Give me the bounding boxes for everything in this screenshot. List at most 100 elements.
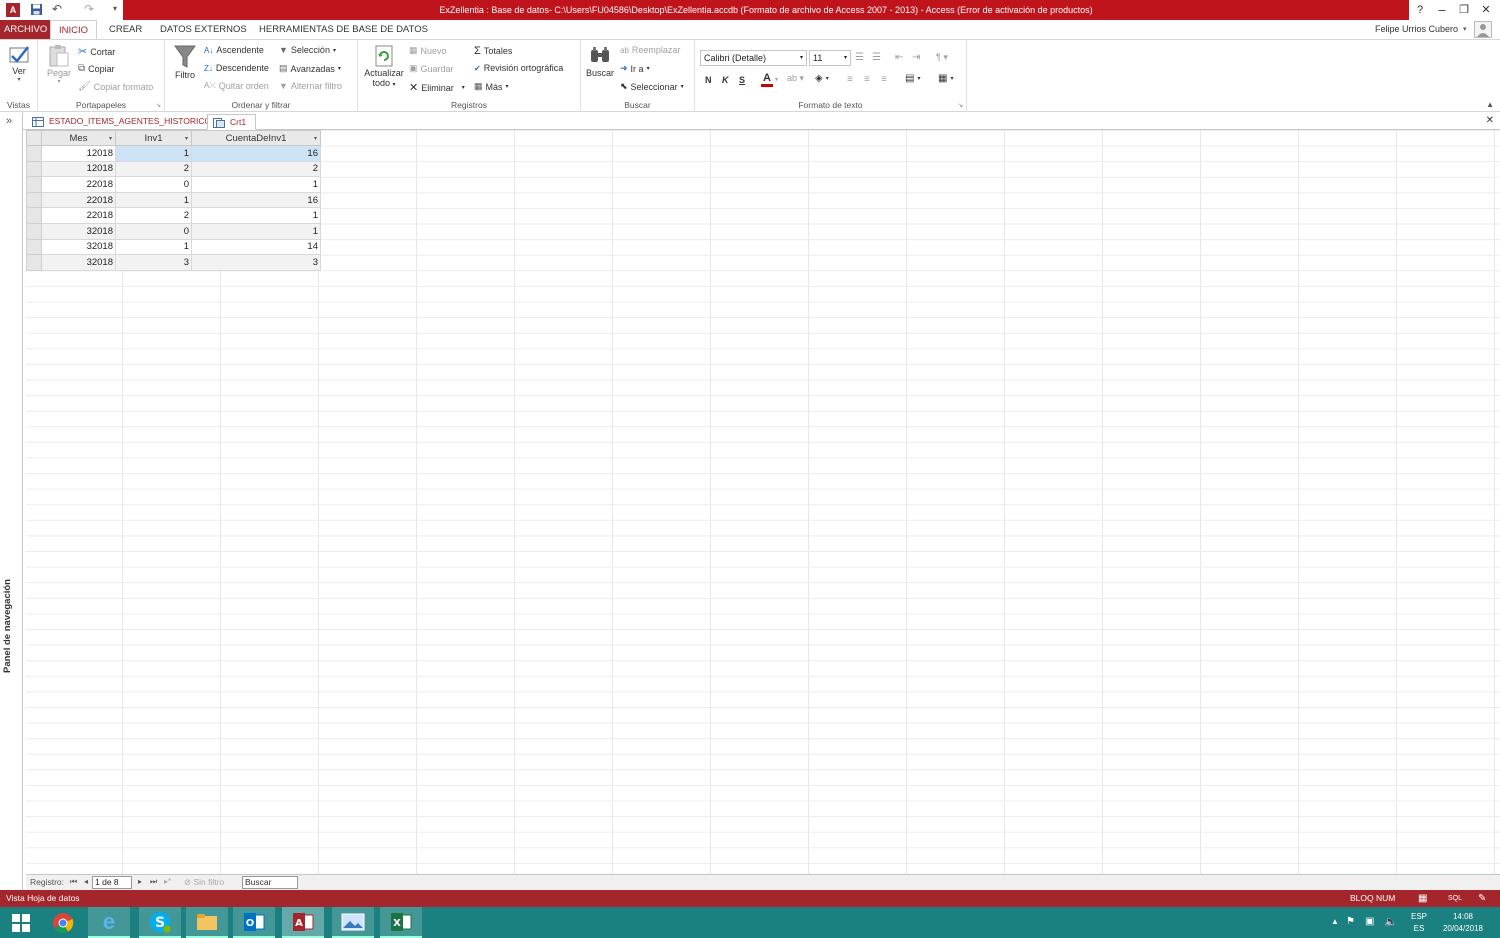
cell-inv1[interactable]: 2 [115,207,192,224]
row-selector[interactable] [26,191,42,209]
record-position-input[interactable]: 1 de 8 [92,876,132,889]
cell-cuentadeinv1[interactable]: 1 [191,176,321,193]
language-indicator[interactable]: ESP ES [1411,911,1427,935]
numbering-icon[interactable]: ☰ [872,52,881,63]
seleccion-button[interactable]: ▼ Selección ▾ [279,45,336,55]
tab-crt1[interactable]: Crt1 [207,114,256,130]
column-header-inv1[interactable]: Inv1 ▾ [115,130,192,146]
revision-ortografica-button[interactable]: ✔ Revisión ortográfica [474,63,563,73]
restore-icon[interactable]: ❐ [1453,0,1475,20]
ir-a-button[interactable]: ➜ Ir a ▾ [620,63,650,74]
action-center-flag-icon[interactable]: ⚑ [1346,916,1355,927]
avatar[interactable] [1474,21,1492,38]
minimize-icon[interactable]: ‒ [1431,0,1453,20]
reemplazar-button[interactable]: ab Reemplazar [620,45,680,55]
format-dialog-launcher-icon[interactable]: ↘ [958,102,963,109]
network-icon[interactable]: ▣ [1365,916,1374,927]
font-select[interactable]: Calibri (Detalle) ▾ [700,50,807,66]
undo-icon[interactable]: ↶ [52,2,62,16]
row-selector[interactable] [26,222,42,240]
ascendente-button[interactable]: A↓ Ascendente [204,45,264,55]
row-selector[interactable] [26,160,42,178]
tab-crear[interactable]: CREAR [101,20,150,39]
cell-mes[interactable]: 32018 [41,254,116,271]
row-selector[interactable] [26,207,42,224]
cell-mes[interactable]: 32018 [41,238,116,256]
cell-mes[interactable]: 22018 [41,191,116,209]
cell-inv1[interactable]: 1 [115,238,192,256]
seleccionar-button[interactable]: ⬉ Seleccionar ▾ [620,81,684,92]
table-row[interactable]: 12018 2 2 [26,160,321,178]
first-record-icon[interactable]: ⏮ [70,877,77,887]
row-selector[interactable] [26,176,42,193]
cell-mes[interactable]: 12018 [41,145,116,162]
align-center-icon[interactable]: ≡ [864,74,870,85]
search-input[interactable]: Buscar [242,876,298,889]
redo-icon[interactable]: ↷ [84,2,94,16]
align-right-icon[interactable]: ≡ [881,74,887,85]
tab-estado-items-agentes-historico[interactable]: ESTADO_ITEMS_AGENTES_HISTORICO [27,114,215,130]
table-row[interactable]: 22018 0 1 [26,176,321,193]
nuevo-button[interactable]: ▦ Nuevo [409,45,447,56]
file-explorer-taskbar-button[interactable] [186,907,228,938]
cell-cuentadeinv1[interactable]: 3 [191,254,321,271]
collapse-ribbon-icon[interactable]: ▲ [1486,100,1494,109]
descendente-button[interactable]: Z↓ Descendente [204,63,269,73]
help-button[interactable]: ? [1409,0,1431,20]
actualizar-todo-button[interactable]: Actualizar todo ▾ [361,44,407,88]
column-header-mes[interactable]: Mes ▾ [41,130,116,146]
select-all-corner[interactable] [26,130,42,146]
table-row[interactable]: 22018 1 16 [26,191,321,209]
guardar-button[interactable]: ▣ Guardar [409,63,454,74]
cell-mes[interactable]: 32018 [41,222,116,240]
cell-inv1[interactable]: 1 [115,145,192,162]
nav-pane-label[interactable]: Panel de navegación [2,579,13,673]
last-record-icon[interactable]: ⏭ [150,877,157,887]
paragraph-direction-icon[interactable]: ¶ ▾ [936,52,948,63]
close-document-icon[interactable]: ✕ [1486,115,1494,126]
new-record-nav-icon[interactable]: ▸* [164,877,171,886]
access-taskbar-button[interactable]: A [282,907,324,938]
cell-inv1[interactable]: 2 [115,160,192,178]
photos-taskbar-button[interactable] [332,907,374,938]
cell-cuentadeinv1[interactable]: 14 [191,238,321,256]
decrease-indent-icon[interactable]: ⇤ [895,52,903,63]
table-row[interactable]: 22018 2 1 [26,207,321,224]
row-selector[interactable] [26,145,42,162]
font-size-select[interactable]: 11 ▾ [809,50,851,66]
gridlines-icon[interactable]: ▦ ▾ [938,73,953,84]
avanzadas-button[interactable]: ▤ Avanzadas ▾ [279,63,341,74]
cell-inv1[interactable]: 1 [115,191,192,209]
column-dropdown-icon[interactable]: ▾ [185,135,188,142]
font-color-button[interactable]: A [761,73,773,87]
volume-icon[interactable]: 🔈 [1384,915,1398,928]
highlight-icon[interactable]: ab ▾ [787,73,804,84]
cell-inv1[interactable]: 3 [115,254,192,271]
table-row[interactable]: 32018 1 14 [26,238,321,256]
chrome-taskbar-button[interactable] [42,907,84,938]
pegar-button[interactable]: Pegar ▾ [44,44,74,85]
dialog-launcher-icon[interactable]: ↘ [156,102,161,109]
close-icon[interactable]: ✕ [1475,0,1497,20]
skype-taskbar-button[interactable]: S [139,907,181,938]
filtro-button[interactable]: Filtro [171,44,199,80]
quitar-orden-button[interactable]: A⤫ Quitar orden [204,81,269,91]
table-row[interactable]: 12018 1 16 [26,145,321,162]
cell-inv1[interactable]: 0 [115,176,192,193]
sql-view-icon[interactable]: SQL [1448,890,1462,907]
mas-button[interactable]: ▦ Más ▾ [474,81,509,92]
previous-record-icon[interactable]: ◂ [84,877,88,886]
row-selector[interactable] [26,254,42,271]
cell-cuentadeinv1[interactable]: 16 [191,145,321,162]
next-record-icon[interactable]: ▸ [138,877,142,886]
cell-cuentadeinv1[interactable]: 1 [191,207,321,224]
row-selector[interactable] [26,238,42,256]
tab-archivo[interactable]: ARCHIVO [0,20,52,39]
tab-herramientas[interactable]: HERRAMIENTAS DE BASE DE DATOS [251,20,436,39]
customize-qat-icon[interactable]: ▾ [113,4,117,13]
bold-button[interactable]: N [705,75,712,85]
cell-cuentadeinv1[interactable]: 1 [191,222,321,240]
navigation-pane[interactable]: » Panel de navegación [0,113,23,890]
alternate-row-color-icon[interactable]: ▤ ▾ [905,73,920,84]
tab-datos-externos[interactable]: DATOS EXTERNOS [152,20,255,39]
